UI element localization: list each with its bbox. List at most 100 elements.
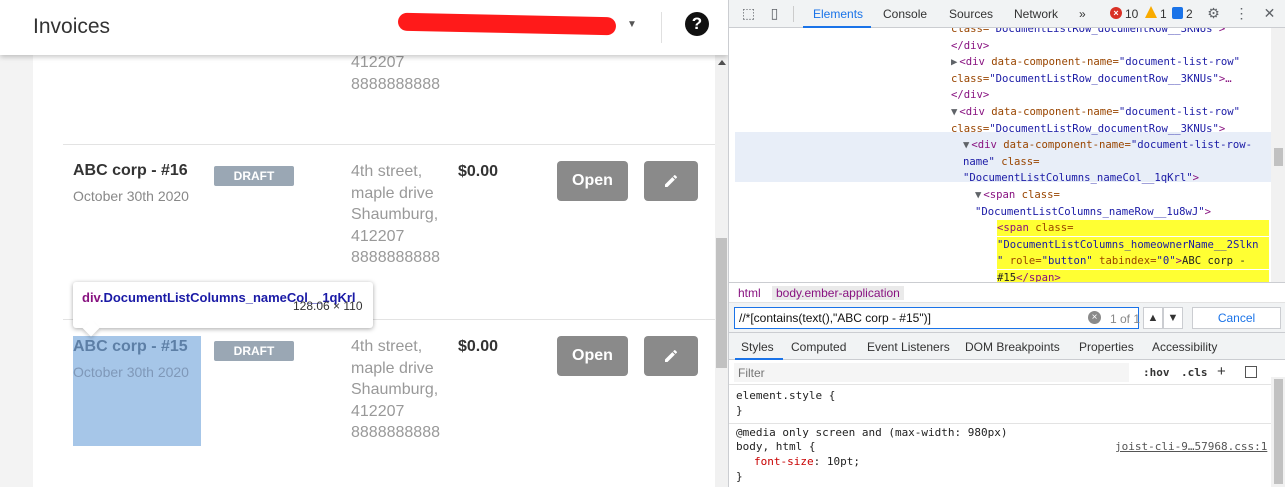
- dom-token: class=: [994, 155, 1040, 168]
- dom-node-line[interactable]: "DocumentListColumns_homeownerName__2Slk…: [997, 237, 1259, 254]
- customer-name[interactable]: ABC corp - #16: [73, 162, 189, 180]
- dom-token: <div: [959, 56, 992, 69]
- styles-filter-input[interactable]: [734, 363, 1129, 382]
- dom-node-line[interactable]: ▼ <span class=: [975, 187, 1060, 204]
- header-divider: [661, 12, 662, 43]
- chevron-down-icon[interactable]: ▼: [627, 19, 637, 30]
- cancel-search-button[interactable]: Cancel: [1192, 307, 1281, 329]
- info-icon[interactable]: [1172, 7, 1183, 19]
- dom-node-line[interactable]: class="DocumentListRow_documentRow__3KNU…: [951, 28, 1225, 38]
- dom-node-line[interactable]: class="DocumentListRow_documentRow__3KNU…: [951, 71, 1232, 88]
- css-property[interactable]: font-size: [754, 455, 814, 468]
- kebab-menu-icon[interactable]: ⋮: [1234, 6, 1249, 21]
- expand-triangle-icon[interactable]: ▼: [975, 189, 981, 201]
- page-scrollbar[interactable]: [715, 55, 728, 487]
- toolbar-separator: [793, 6, 794, 22]
- styles-filter-row: :hov .cls +: [729, 360, 1271, 385]
- warning-icon[interactable]: [1145, 6, 1157, 18]
- toggle-sidebar-icon[interactable]: [1245, 366, 1257, 378]
- dom-node-line[interactable]: ▼ <div data-component-name="document-list…: [951, 104, 1240, 121]
- dom-token: >: [1218, 28, 1226, 35]
- class-toggle[interactable]: .cls: [1181, 366, 1208, 379]
- stylesheet-source-link[interactable]: joist-cli-9…57968.css:1: [1115, 440, 1267, 455]
- expand-triangle-icon[interactable]: ▶: [951, 56, 957, 68]
- scroll-thumb[interactable]: [716, 238, 727, 368]
- gear-icon[interactable]: ⚙: [1206, 6, 1221, 21]
- tab-sources[interactable]: Sources: [949, 7, 993, 21]
- device-toolbar-icon[interactable]: ▯: [767, 6, 782, 21]
- dom-token: >: [1204, 205, 1211, 218]
- expand-triangle-icon[interactable]: ▼: [951, 106, 957, 118]
- error-count[interactable]: 10: [1125, 7, 1138, 21]
- css-value[interactable]: 10pt;: [827, 455, 860, 468]
- dom-tree-scrollbar[interactable]: [1271, 28, 1285, 282]
- info-count[interactable]: 2: [1186, 7, 1193, 21]
- warning-count[interactable]: 1: [1160, 7, 1167, 21]
- tab-computed[interactable]: Computed: [791, 340, 846, 354]
- tab-network[interactable]: Network: [1014, 7, 1058, 21]
- edit-button[interactable]: [644, 161, 698, 201]
- tab-event-listeners[interactable]: Event Listeners: [867, 340, 950, 354]
- dom-token: <span: [983, 189, 1022, 201]
- match-count: 1 of 1: [1110, 312, 1141, 326]
- address-line: Shaumburg,: [351, 206, 439, 224]
- dom-node-line[interactable]: class="DocumentListRow_documentRow__3KNU…: [951, 121, 1225, 138]
- more-tabs-icon[interactable]: »: [1079, 7, 1086, 21]
- breadcrumb-body[interactable]: body.ember-application: [772, 286, 904, 300]
- next-match-button[interactable]: ▼: [1163, 307, 1183, 329]
- tab-dom-breakpoints[interactable]: DOM Breakpoints: [965, 340, 1060, 354]
- inspect-element-icon[interactable]: ⬚: [741, 6, 756, 21]
- open-button[interactable]: Open: [557, 161, 628, 201]
- dom-node-line[interactable]: </div>: [951, 38, 989, 55]
- dom-node-line[interactable]: " role="button" tabindex="0">ABC corp -: [997, 253, 1246, 270]
- dom-token: class=: [951, 122, 990, 135]
- dom-node-line[interactable]: ▼ <div data-component-name="document-list…: [963, 137, 1252, 154]
- dom-tree-scroll-thumb[interactable]: [1274, 148, 1283, 166]
- dom-token: #15: [997, 272, 1017, 282]
- element-style-selector[interactable]: element.style {: [736, 389, 835, 404]
- css-declaration[interactable]: font-size: 10pt;: [754, 455, 860, 470]
- dom-node-line[interactable]: <span class=: [997, 220, 1074, 237]
- edit-button[interactable]: [644, 336, 698, 376]
- dom-token: >…: [1218, 72, 1232, 85]
- user-name-redacted[interactable]: [397, 12, 617, 36]
- tab-console[interactable]: Console: [883, 7, 927, 21]
- amount: $0.00: [458, 163, 499, 180]
- dom-node-line[interactable]: ▶ <div data-component-name="document-list…: [951, 54, 1240, 71]
- address-cell: 4th street, maple drive Shaumburg, 41220…: [351, 336, 461, 444]
- dom-node-line[interactable]: "DocumentListColumns_nameCol__1qKrl">: [963, 170, 1199, 187]
- hover-state-toggle[interactable]: :hov: [1143, 366, 1170, 379]
- xpath-search-input[interactable]: [734, 307, 1139, 329]
- tab-accessibility[interactable]: Accessibility: [1152, 340, 1217, 354]
- dom-token: "document-list-row-: [1130, 139, 1253, 152]
- rule-selector[interactable]: body, html {: [736, 440, 815, 455]
- document-date: October 30th 2020: [73, 364, 189, 380]
- open-button[interactable]: Open: [557, 336, 628, 376]
- address-line: 8888888888: [351, 424, 440, 442]
- clear-search-icon[interactable]: ×: [1088, 311, 1101, 324]
- customer-name[interactable]: ABC corp - #15: [73, 338, 201, 356]
- previous-match-button[interactable]: ▲: [1143, 307, 1163, 329]
- scroll-up-arrow-icon[interactable]: [718, 60, 726, 65]
- new-style-rule-icon[interactable]: +: [1217, 363, 1226, 380]
- address-line: 8888888888: [351, 75, 440, 93]
- breadcrumb-html[interactable]: html: [738, 286, 761, 300]
- dom-node-line[interactable]: </div>: [951, 87, 989, 104]
- error-icon[interactable]: ×: [1110, 7, 1122, 19]
- tab-properties[interactable]: Properties: [1079, 340, 1134, 354]
- help-icon[interactable]: ?: [685, 12, 709, 36]
- dom-node-line[interactable]: name" class=: [963, 154, 1040, 171]
- close-icon[interactable]: ✕: [1262, 6, 1277, 21]
- dom-tree[interactable]: class="DocumentListRow_documentRow__3KNU…: [729, 28, 1271, 282]
- dom-node-line[interactable]: #15</span>: [997, 270, 1061, 282]
- tab-elements[interactable]: Elements: [813, 7, 863, 21]
- expand-triangle-icon[interactable]: ▼: [963, 139, 969, 151]
- dom-node-line[interactable]: "DocumentListColumns_nameRow__1u8wJ">: [975, 204, 1211, 221]
- styles-scrollbar[interactable]: [1271, 377, 1285, 487]
- tab-styles[interactable]: Styles: [741, 340, 774, 354]
- dom-token: tabindex=: [1092, 255, 1157, 268]
- dom-token: </span>: [1016, 272, 1061, 282]
- dom-breadcrumbs: html body.ember-application: [729, 282, 1285, 303]
- dom-token: <div: [971, 139, 1004, 152]
- styles-scroll-thumb[interactable]: [1274, 379, 1283, 484]
